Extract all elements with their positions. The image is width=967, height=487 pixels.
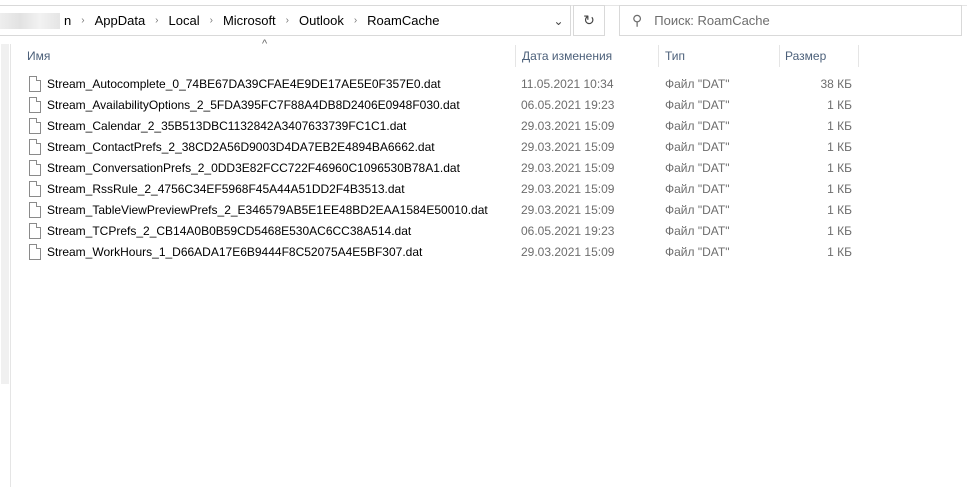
column-divider[interactable] <box>658 45 659 67</box>
file-date: 29.03.2021 15:09 <box>521 245 615 259</box>
address-history-dropdown[interactable]: ⌄ <box>546 5 571 36</box>
column-divider[interactable] <box>515 45 516 67</box>
file-row[interactable]: Stream_Calendar_2_35B513DBC1132842A34076… <box>27 116 859 137</box>
chevron-right-icon[interactable]: › <box>280 15 295 26</box>
file-name: Stream_TCPrefs_2_CB14A0B0B59CD5468E530AC… <box>47 224 412 238</box>
file-icon <box>29 118 41 134</box>
file-size: 1 КБ <box>827 119 852 133</box>
breadcrumb-appdata[interactable]: AppData <box>91 13 150 28</box>
address-bar[interactable]: n › AppData › Local › Microsoft › Outloo… <box>0 5 571 36</box>
chevron-right-icon[interactable]: › <box>149 15 164 26</box>
chevron-right-icon[interactable]: › <box>348 15 363 26</box>
file-row[interactable]: Stream_RssRule_2_4756C34EF5968F45A44A51D… <box>27 179 859 200</box>
column-header-name[interactable]: Имя <box>27 45 50 67</box>
scrollbar-thumb[interactable] <box>1 44 9 384</box>
file-size: 1 КБ <box>827 98 852 112</box>
file-row[interactable]: Stream_AvailabilityOptions_2_5FDA395FC7F… <box>27 95 859 116</box>
file-date: 29.03.2021 15:09 <box>521 119 615 133</box>
file-name: Stream_ContactPrefs_2_38CD2A56D9003D4DA7… <box>47 140 435 154</box>
file-type: Файл "DAT" <box>665 140 730 154</box>
file-date: 29.03.2021 15:09 <box>521 161 615 175</box>
chevron-down-icon: ⌄ <box>553 13 564 28</box>
sort-ascending-icon: ^ <box>262 38 268 50</box>
file-type: Файл "DAT" <box>665 245 730 259</box>
file-date: 29.03.2021 15:09 <box>521 203 615 217</box>
file-type: Файл "DAT" <box>665 224 730 238</box>
breadcrumb-user[interactable]: n <box>60 13 75 28</box>
file-name: Stream_Calendar_2_35B513DBC1132842A34076… <box>47 119 407 133</box>
file-row[interactable]: Stream_TableViewPreviewPrefs_2_E346579AB… <box>27 200 859 221</box>
file-type: Файл "DAT" <box>665 98 730 112</box>
chevron-right-icon[interactable]: › <box>75 15 90 26</box>
file-name: Stream_RssRule_2_4756C34EF5968F45A44A51D… <box>47 182 405 196</box>
file-icon <box>29 139 41 155</box>
breadcrumb-roamcache[interactable]: RoamCache <box>363 13 443 28</box>
file-type: Файл "DAT" <box>665 182 730 196</box>
file-name: Stream_AvailabilityOptions_2_5FDA395FC7F… <box>47 98 460 112</box>
file-date: 29.03.2021 15:09 <box>521 140 615 154</box>
column-divider[interactable] <box>779 45 780 67</box>
file-row[interactable]: Stream_Autocomplete_0_74BE67DA39CFAE4E9D… <box>27 74 859 95</box>
column-divider[interactable] <box>858 45 859 67</box>
breadcrumb-microsoft[interactable]: Microsoft <box>219 13 280 28</box>
file-size: 1 КБ <box>827 224 852 238</box>
file-name: Stream_TableViewPreviewPrefs_2_E346579AB… <box>47 203 488 217</box>
search-input[interactable]: ⚲ Поиск: RoamCache <box>619 5 962 36</box>
file-icon <box>29 97 41 113</box>
file-date: 11.05.2021 10:34 <box>521 77 614 91</box>
file-date: 06.05.2021 19:23 <box>521 98 615 112</box>
file-size: 1 КБ <box>827 140 852 154</box>
file-icon <box>29 244 41 260</box>
refresh-button[interactable]: ↻ <box>573 5 605 36</box>
navigation-pane-scrollbar[interactable] <box>0 44 11 487</box>
chevron-right-icon[interactable]: › <box>204 15 219 26</box>
file-type: Файл "DAT" <box>665 161 730 175</box>
file-size: 38 КБ <box>820 77 852 91</box>
column-header-size[interactable]: Размер <box>785 45 826 67</box>
file-icon <box>29 223 41 239</box>
file-icon <box>29 181 41 197</box>
file-name: Stream_Autocomplete_0_74BE67DA39CFAE4E9D… <box>47 77 441 91</box>
file-size: 1 КБ <box>827 203 852 217</box>
file-type: Файл "DAT" <box>665 203 730 217</box>
search-placeholder: Поиск: RoamCache <box>654 13 770 28</box>
breadcrumb-outlook[interactable]: Outlook <box>295 13 348 28</box>
file-row[interactable]: Stream_ConversationPrefs_2_0DD3E82FCC722… <box>27 158 859 179</box>
file-icon <box>29 160 41 176</box>
file-row[interactable]: Stream_TCPrefs_2_CB14A0B0B59CD5468E530AC… <box>27 221 859 242</box>
file-type: Файл "DAT" <box>665 77 730 91</box>
column-header-type[interactable]: Тип <box>665 45 685 67</box>
file-row[interactable]: Stream_ContactPrefs_2_38CD2A56D9003D4DA7… <box>27 137 859 158</box>
blurred-path-segment <box>0 12 60 29</box>
file-row[interactable]: Stream_WorkHours_1_D66ADA17E6B9444F8C520… <box>27 242 859 263</box>
file-size: 1 КБ <box>827 182 852 196</box>
file-icon <box>29 202 41 218</box>
file-size: 1 КБ <box>827 245 852 259</box>
file-date: 06.05.2021 19:23 <box>521 224 615 238</box>
file-name: Stream_ConversationPrefs_2_0DD3E82FCC722… <box>47 161 460 175</box>
search-icon: ⚲ <box>632 12 643 28</box>
breadcrumb-local[interactable]: Local <box>165 13 204 28</box>
file-icon <box>29 76 41 92</box>
column-header-date[interactable]: Дата изменения <box>522 45 612 67</box>
file-size: 1 КБ <box>827 161 852 175</box>
file-date: 29.03.2021 15:09 <box>521 182 615 196</box>
file-name: Stream_WorkHours_1_D66ADA17E6B9444F8C520… <box>47 245 423 259</box>
file-type: Файл "DAT" <box>665 119 730 133</box>
refresh-icon: ↻ <box>583 12 595 28</box>
